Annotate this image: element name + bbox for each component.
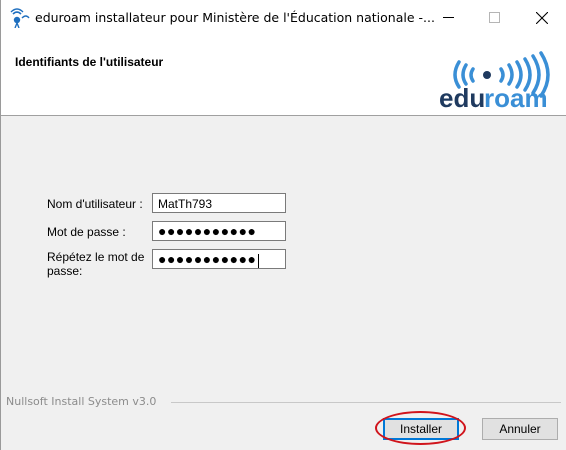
- username-input[interactable]: MatTh793: [152, 193, 286, 213]
- eduroam-app-icon: [10, 8, 30, 28]
- page-header: Identifiants de l'utilisateur edu roam: [1, 35, 566, 116]
- nsis-version-label: Nullsoft Install System v3.0: [6, 395, 161, 408]
- installer-window: eduroam installateur pour Ministère de l…: [0, 0, 566, 450]
- text-caret: [257, 253, 259, 268]
- confirm-label-line1: Répétez le mot de: [47, 250, 145, 264]
- username-value: MatTh793: [158, 197, 213, 211]
- confirm-password-input[interactable]: ●●●●●●●●●●●: [152, 249, 286, 269]
- username-label: Nom d'utilisateur :: [47, 197, 143, 211]
- minimize-icon: [442, 17, 454, 18]
- title-bar: eduroam installateur pour Ministère de l…: [1, 0, 566, 35]
- footer-divider: [171, 402, 561, 403]
- logo-text-edu: edu: [439, 83, 485, 111]
- close-icon: [536, 11, 548, 24]
- maximize-icon: [488, 12, 500, 23]
- close-button[interactable]: [517, 0, 566, 35]
- confirm-label-line2: passe:: [47, 264, 83, 278]
- password-value: ●●●●●●●●●●●: [158, 223, 257, 239]
- maximize-button[interactable]: [471, 0, 517, 35]
- logo-text-roam: roam: [484, 83, 548, 111]
- page-title: Identifiants de l'utilisateur: [15, 55, 164, 69]
- eduroam-logo: edu roam: [439, 51, 550, 111]
- install-button[interactable]: Installer: [383, 418, 459, 440]
- window-title: eduroam installateur pour Ministère de l…: [35, 10, 435, 25]
- cancel-button[interactable]: Annuler: [482, 418, 558, 440]
- confirm-password-label: Répétez le mot de passe:: [47, 250, 144, 278]
- confirm-password-value: ●●●●●●●●●●●: [158, 251, 257, 267]
- password-label: Mot de passe :: [47, 225, 126, 239]
- password-input[interactable]: ●●●●●●●●●●●: [152, 221, 286, 241]
- minimize-button[interactable]: [425, 0, 471, 35]
